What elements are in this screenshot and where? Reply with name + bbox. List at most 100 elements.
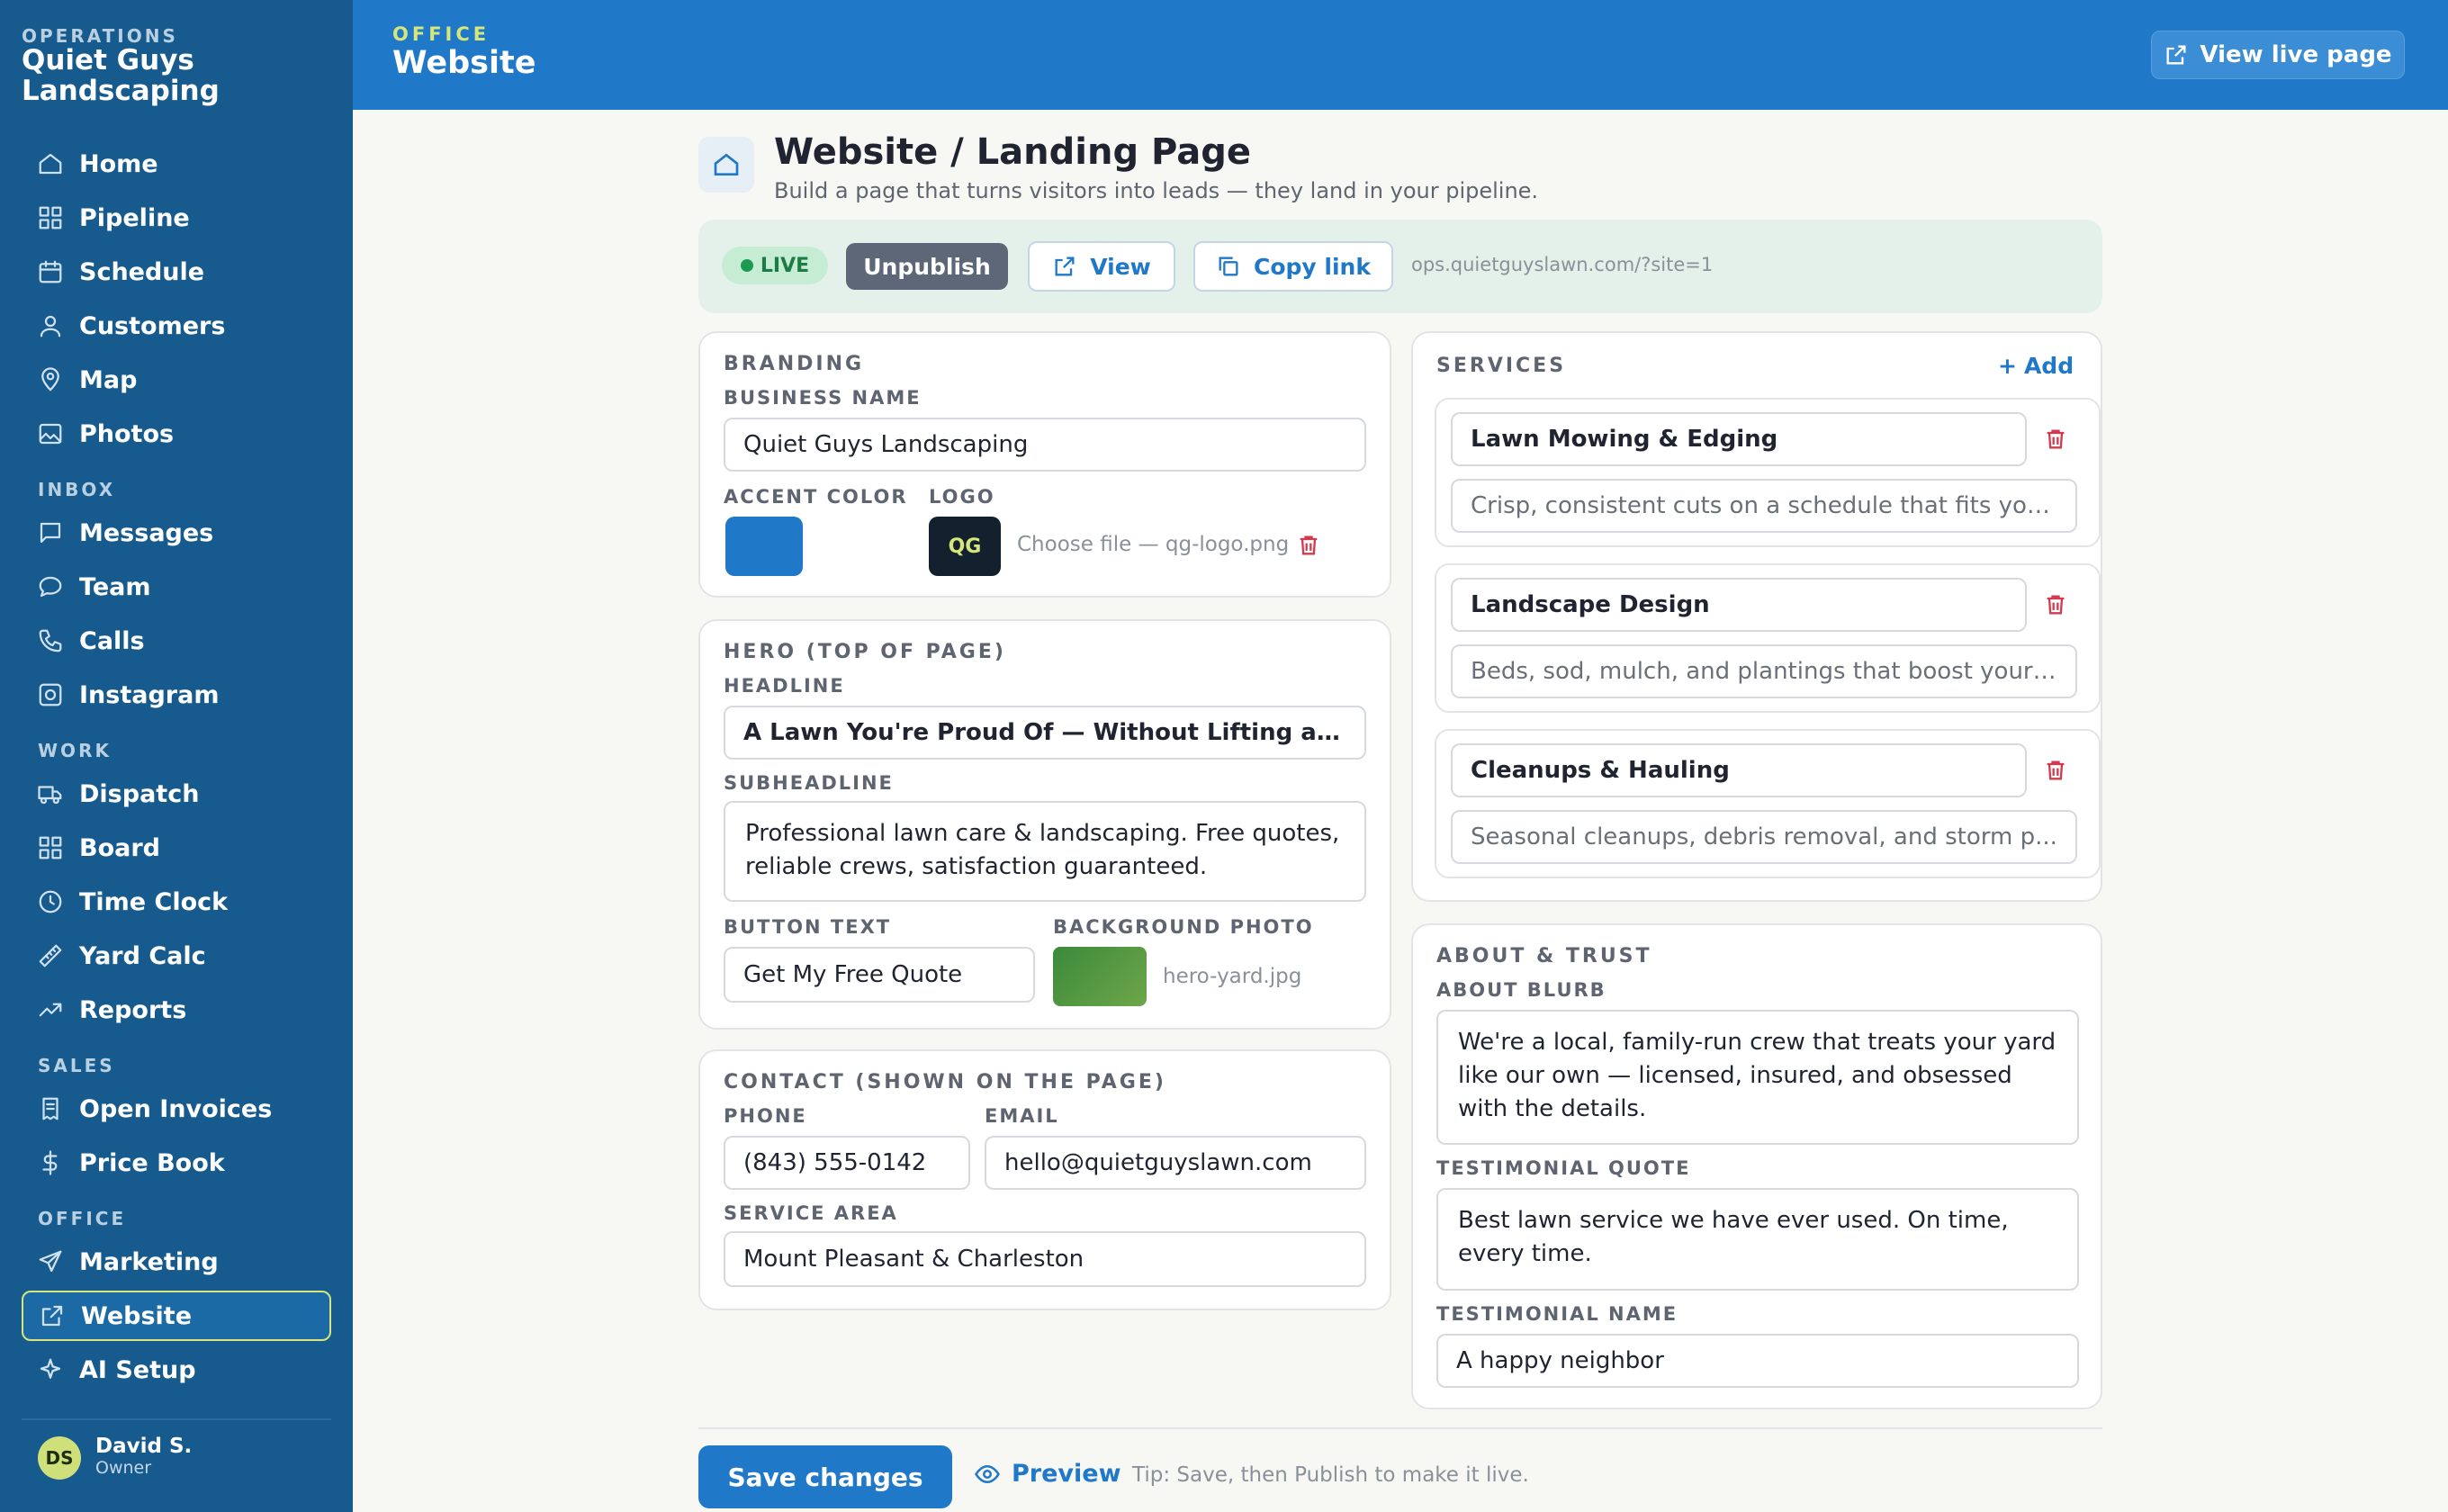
sidebar-item-label: Pipeline [79, 203, 190, 232]
sidebar-item-dispatch[interactable]: Dispatch [22, 769, 331, 819]
sidebar-item-time-clock[interactable]: Time Clock [22, 877, 331, 927]
site-url[interactable]: ops.quietguyslawn.com/?site=1 [1411, 254, 1713, 275]
delete-logo-button[interactable] [1294, 531, 1323, 560]
service-description-input[interactable]: Seasonal cleanups, debris removal, and s… [1451, 810, 2077, 864]
phone-input[interactable]: (843) 555-0142 [724, 1136, 970, 1190]
sidebar-item-marketing[interactable]: Marketing [22, 1237, 331, 1287]
email-input[interactable]: hello@quietguyslawn.com [985, 1136, 1366, 1190]
plus-icon: + [1998, 353, 2017, 379]
section-title: BRANDING [724, 353, 865, 375]
sidebar-item-map[interactable]: Map [22, 355, 331, 405]
sidebar-item-instagram[interactable]: Instagram [22, 670, 331, 720]
service-description-value: Crisp, consistent cuts on a schedule tha… [1471, 492, 2057, 519]
headline-value: A Lawn You're Proud Of — Without Lifting… [743, 719, 1346, 746]
field-label: EMAIL [985, 1105, 1059, 1127]
delete-service-button[interactable] [2041, 756, 2070, 785]
sidebar-item-label: Open Invoices [79, 1094, 273, 1123]
sidebar-item-open-invoices[interactable]: Open Invoices [22, 1084, 331, 1134]
section-title: ABOUT & TRUST [1436, 945, 1652, 968]
external-link-icon [23, 1302, 81, 1329]
preview-button[interactable]: Preview [974, 1460, 1121, 1488]
sidebar-item-label: Marketing [79, 1247, 219, 1276]
save-changes-button[interactable]: Save changes [698, 1445, 952, 1508]
sidebar-item-home[interactable]: Home [22, 139, 331, 189]
button-text-input[interactable]: Get My Free Quote [724, 947, 1035, 1003]
sidebar-item-photos[interactable]: Photos [22, 409, 331, 459]
external-link-icon [1055, 256, 1075, 276]
user-role: Owner [95, 1458, 152, 1478]
footer-divider [698, 1427, 2102, 1429]
sidebar-item-label: Dispatch [79, 779, 200, 808]
logo-thumbnail: QG [929, 517, 1001, 576]
user-name: David S. [95, 1435, 193, 1458]
sidebar-item-customers[interactable]: Customers [22, 301, 331, 351]
delete-service-button[interactable] [2041, 590, 2070, 619]
instagram-icon [22, 681, 79, 708]
sidebar-item-team[interactable]: Team [22, 562, 331, 612]
service-name-input[interactable]: Lawn Mowing & Edging [1451, 412, 2027, 466]
topbar-title: Website [392, 45, 536, 81]
section-title: CONTACT (SHOWN ON THE PAGE) [724, 1071, 1166, 1094]
brand-name[interactable]: Quiet Guys Landscaping [22, 45, 328, 106]
sidebar-item-pipeline[interactable]: Pipeline [22, 193, 331, 243]
service-description-input[interactable]: Crisp, consistent cuts on a schedule tha… [1451, 479, 2077, 533]
view-live-page-button[interactable]: View live page [2151, 31, 2405, 79]
sidebar-item-website[interactable]: Website [22, 1291, 331, 1341]
email-value: hello@quietguyslawn.com [1004, 1149, 1312, 1176]
avatar[interactable]: DS [38, 1436, 81, 1480]
preview-label: Preview [1012, 1460, 1121, 1488]
accent-color-swatch[interactable] [725, 517, 803, 576]
background-photo-thumbnail[interactable] [1053, 947, 1147, 1006]
section-title: SERVICES [1436, 355, 1567, 377]
headline-input[interactable]: A Lawn You're Proud Of — Without Lifting… [724, 706, 1366, 760]
trash-icon [2047, 760, 2065, 780]
sidebar-item-messages[interactable]: Messages [22, 508, 331, 558]
sidebar-item-schedule[interactable]: Schedule [22, 247, 331, 297]
home-icon [714, 153, 739, 176]
sidebar-item-reports[interactable]: Reports [22, 985, 331, 1035]
sidebar-item-label: Photos [79, 419, 175, 448]
view-button[interactable]: View [1028, 241, 1175, 292]
dollar-icon [22, 1149, 79, 1176]
live-dot-icon [740, 259, 753, 272]
sidebar-item-yard-calc[interactable]: Yard Calc [22, 931, 331, 981]
contact-card: CONTACT (SHOWN ON THE PAGE) PHONE EMAIL … [698, 1049, 1391, 1310]
service-area-input[interactable]: Mount Pleasant & Charleston [724, 1231, 1366, 1287]
unpublish-button[interactable]: Unpublish [846, 243, 1008, 290]
external-link-icon [2166, 45, 2186, 65]
add-service-button[interactable]: + Add [1998, 353, 2074, 379]
logo-file-picker[interactable]: Choose file — qg-logo.png [1017, 533, 1289, 556]
subheadline-textarea[interactable]: Professional lawn care & landscaping. Fr… [724, 801, 1366, 902]
field-label: LOGO [929, 486, 995, 508]
testimonial-quote-textarea[interactable]: Best lawn service we have ever used. On … [1436, 1188, 2079, 1291]
service-item: Cleanups & Hauling Seasonal cleanups, de… [1435, 729, 2101, 878]
sidebar-item-label: Website [81, 1301, 193, 1330]
sidebar-item-label: Team [79, 572, 151, 601]
testimonial-name-value: A happy neighbor [1456, 1347, 1664, 1374]
sidebar-item-board[interactable]: Board [22, 823, 331, 873]
about-blurb-textarea[interactable]: We're a local, family-run crew that trea… [1436, 1010, 2079, 1145]
sidebar-item-label: Customers [79, 311, 226, 340]
service-area-value: Mount Pleasant & Charleston [743, 1246, 1084, 1273]
field-label: PHONE [724, 1105, 807, 1127]
sidebar-item-label: Schedule [79, 257, 205, 286]
nav-section-sales: SALES [38, 1055, 115, 1076]
delete-service-button[interactable] [2041, 425, 2070, 454]
testimonial-name-input[interactable]: A happy neighbor [1436, 1334, 2079, 1388]
trash-icon [2047, 429, 2065, 449]
service-description-value: Beds, sod, mulch, and plantings that boo… [1471, 658, 2057, 685]
nav-section-work: WORK [38, 740, 112, 761]
sidebar-item-calls[interactable]: Calls [22, 616, 331, 666]
copy-link-button[interactable]: Copy link [1193, 241, 1393, 292]
service-name-input[interactable]: Landscape Design [1451, 578, 2027, 632]
trash-icon [2047, 595, 2065, 615]
service-name-input[interactable]: Cleanups & Hauling [1451, 743, 2027, 797]
business-name-input[interactable]: Quiet Guys Landscaping [724, 418, 1366, 472]
button-text-value: Get My Free Quote [743, 961, 963, 988]
publish-bar: LIVE Unpublish View Copy link ops.quietg… [698, 220, 2102, 313]
nav-section-office: OFFICE [38, 1208, 127, 1229]
sidebar-item-price-book[interactable]: Price Book [22, 1138, 331, 1188]
sidebar-item-ai-setup[interactable]: AI Setup [22, 1345, 331, 1395]
sidebar-item-label: Time Clock [79, 887, 229, 916]
service-description-input[interactable]: Beds, sod, mulch, and plantings that boo… [1451, 644, 2077, 698]
